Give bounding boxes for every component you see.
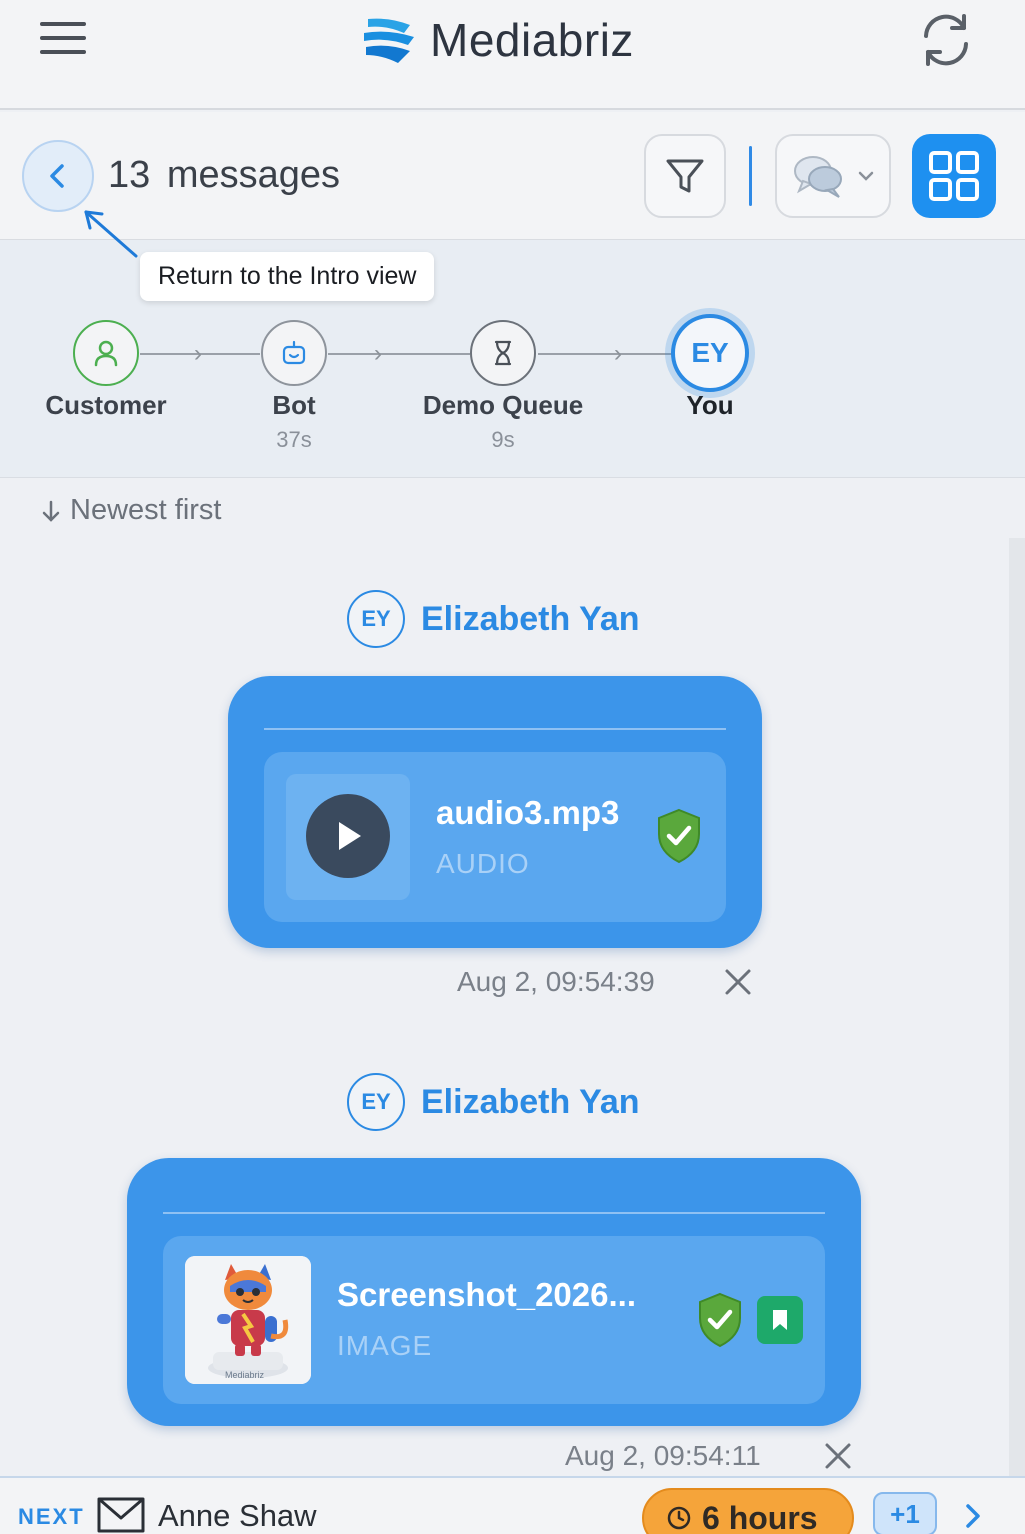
tooltip-pointer-arrow: [84, 210, 138, 258]
next-contact-name: Anne Shaw: [158, 1498, 317, 1533]
file-name: Screenshot_2026...: [337, 1276, 636, 1313]
sender-name: Elizabeth Yan: [421, 1082, 640, 1121]
brand: Mediabriz: [360, 10, 634, 70]
message-sender: EY Elizabeth Yan: [347, 1073, 640, 1131]
more-conversations-badge[interactable]: +1: [873, 1492, 937, 1534]
file-name: audio3.mp3: [436, 794, 620, 831]
file-type: IMAGE: [337, 1330, 433, 1361]
avatar: EY: [347, 590, 405, 648]
message-bubble[interactable]: Mediabriz Screenshot_2026... IMAGE: [127, 1158, 861, 1426]
step-label: Demo Queue: [422, 390, 584, 420]
top-bar: Mediabriz: [0, 0, 1025, 110]
grid-view-button[interactable]: [912, 134, 996, 218]
step-label: Bot: [272, 390, 316, 420]
bot-icon: [261, 320, 327, 386]
chevron-right-icon[interactable]: [962, 1502, 984, 1530]
journey-step-queue[interactable]: Demo Queue 9s: [404, 320, 602, 453]
journey-step-bot[interactable]: Bot 37s: [244, 320, 344, 453]
step-duration: 37s: [276, 427, 312, 452]
verified-shield-icon: [699, 1292, 741, 1348]
hamburger-menu-icon[interactable]: [40, 22, 86, 58]
sender-name: Elizabeth Yan: [421, 599, 640, 638]
chevron-left-icon: [50, 164, 64, 188]
verified-shield-icon: [658, 808, 700, 864]
avatar-initials: EY: [691, 337, 729, 368]
cat-mascot-image: [185, 1256, 311, 1384]
conversation-header: 13 messages: [0, 112, 1025, 240]
filter-icon: [666, 159, 704, 193]
journey-step-you[interactable]: EY You: [660, 314, 760, 421]
message-count-label: messages: [166, 154, 341, 196]
next-label: NEXT: [18, 1504, 85, 1529]
image-thumbnail[interactable]: Mediabriz: [185, 1256, 311, 1384]
envelope-icon: [97, 1497, 145, 1533]
close-icon[interactable]: [822, 1440, 854, 1472]
chat-view-dropdown[interactable]: [775, 134, 891, 218]
bubble-divider: [264, 728, 726, 730]
audio-attachment[interactable]: audio3.mp3 AUDIO: [264, 752, 726, 922]
app: Mediabriz 13 messages › › › Customer Bot…: [0, 0, 1025, 1534]
bubble-divider: [163, 1212, 825, 1214]
avatar: EY: [347, 1073, 405, 1131]
filter-button[interactable]: [644, 134, 726, 218]
tooltip: Return to the Intro view: [140, 252, 435, 301]
clock-icon: [667, 1506, 691, 1530]
chat-bubbles-icon: [794, 156, 842, 198]
bookmark-icon[interactable]: [757, 1296, 803, 1344]
close-icon[interactable]: [722, 966, 754, 998]
hourglass-icon: [470, 320, 536, 386]
grid-icon: [929, 151, 979, 201]
message-count-number: 13: [108, 154, 151, 196]
image-attachment[interactable]: Mediabriz Screenshot_2026... IMAGE: [163, 1236, 825, 1404]
message-count: 13 messages: [108, 154, 340, 197]
next-conversation-bar[interactable]: NEXT Anne Shaw 6 hours +1: [0, 1476, 1025, 1534]
arrow-down-icon: [42, 500, 60, 522]
back-button[interactable]: [22, 140, 94, 212]
journey-step-customer[interactable]: Customer: [34, 320, 178, 421]
timer-text: 6 hours: [702, 1499, 818, 1534]
play-icon[interactable]: [306, 794, 390, 878]
message-sender: EY Elizabeth Yan: [347, 590, 640, 648]
customer-icon: [73, 320, 139, 386]
step-label: Customer: [45, 390, 167, 420]
sort-toggle[interactable]: Newest first: [40, 494, 221, 527]
audio-thumb: [286, 774, 410, 900]
journey-arrow-icon: ›: [194, 340, 202, 367]
message-timestamp: Aug 2, 09:54:11: [565, 1440, 761, 1471]
journey-arrow-icon: ›: [614, 340, 622, 367]
logo-icon: [364, 18, 414, 63]
step-duration: 9s: [491, 427, 515, 452]
sort-label: Newest first: [70, 494, 222, 526]
wait-timer-badge[interactable]: 6 hours: [642, 1488, 854, 1534]
journey-arrow-icon: ›: [374, 340, 382, 367]
avatar: EY: [671, 314, 749, 392]
message-bubble[interactable]: audio3.mp3 AUDIO: [228, 676, 762, 948]
step-label: You: [686, 390, 734, 420]
chevron-down-icon: [858, 171, 874, 181]
brand-name: Mediabriz: [430, 14, 634, 66]
toolbar-divider: [749, 146, 752, 206]
scrollbar[interactable]: [1009, 538, 1025, 1478]
refresh-icon[interactable]: [914, 10, 978, 70]
message-timestamp: Aug 2, 09:54:39: [457, 966, 655, 997]
file-type: AUDIO: [436, 848, 530, 879]
thumb-watermark: Mediabriz: [225, 1370, 265, 1380]
